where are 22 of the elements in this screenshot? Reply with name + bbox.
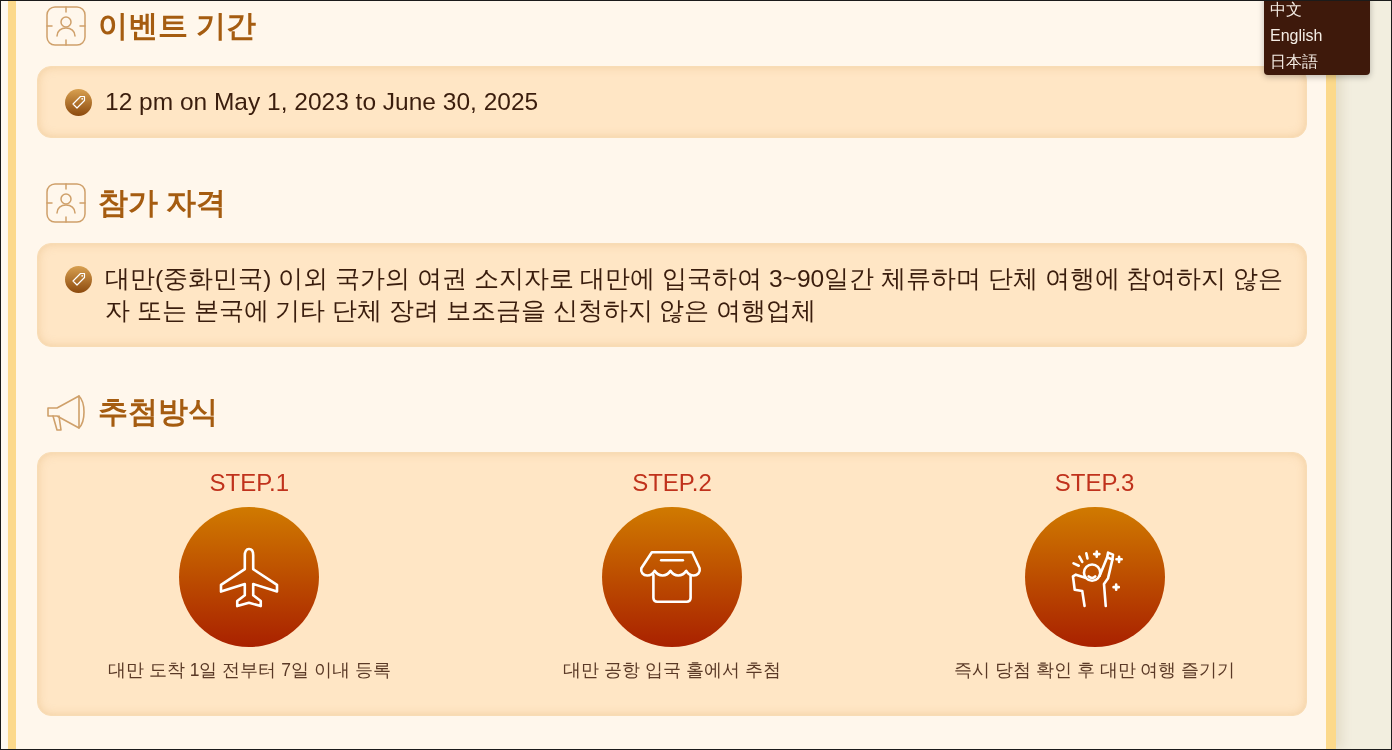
language-option[interactable]: English <box>1270 23 1323 49</box>
step-caption: 대만 도착 1일 전부터 7일 이내 등록 <box>108 659 391 681</box>
info-text: 12 pm on May 1, 2023 to June 30, 2025 <box>105 87 540 117</box>
step-caption: 즉시 당첨 확인 후 대만 여행 즐기기 <box>954 659 1236 681</box>
airplane-icon <box>179 507 320 647</box>
step-label: STEP.2 <box>632 469 712 497</box>
language-option[interactable]: 日本語 <box>1270 49 1318 75</box>
person-frame-icon <box>46 183 86 223</box>
info-text: 대만(중화민국) 이외 국가의 여권 소지자로 대만에 입국하여 3~90일간 체류하며 단체 여행에 참여하지 않은 자 또는 본국에 기타 단체 장려 보조금을 신청하지 않은 여행업체 <box>105 264 1285 326</box>
step-label: STEP.3 <box>1054 469 1135 497</box>
tag-icon <box>65 266 92 293</box>
tag-icon <box>65 89 92 116</box>
storefront-icon <box>602 507 742 647</box>
section-title: 이벤트 기간 <box>98 11 257 41</box>
step-label: STEP.1 <box>209 469 290 497</box>
section-title: 참가 자격 <box>98 188 227 218</box>
megaphone-icon <box>46 392 86 432</box>
person-frame-icon <box>46 6 86 46</box>
language-option[interactable]: 中文 <box>1270 1 1302 23</box>
step-caption: 대만 공항 입국 홀에서 추첨 <box>563 659 781 681</box>
section-title: 추첨방식 <box>98 397 218 427</box>
cheering-person-icon <box>1024 507 1165 647</box>
